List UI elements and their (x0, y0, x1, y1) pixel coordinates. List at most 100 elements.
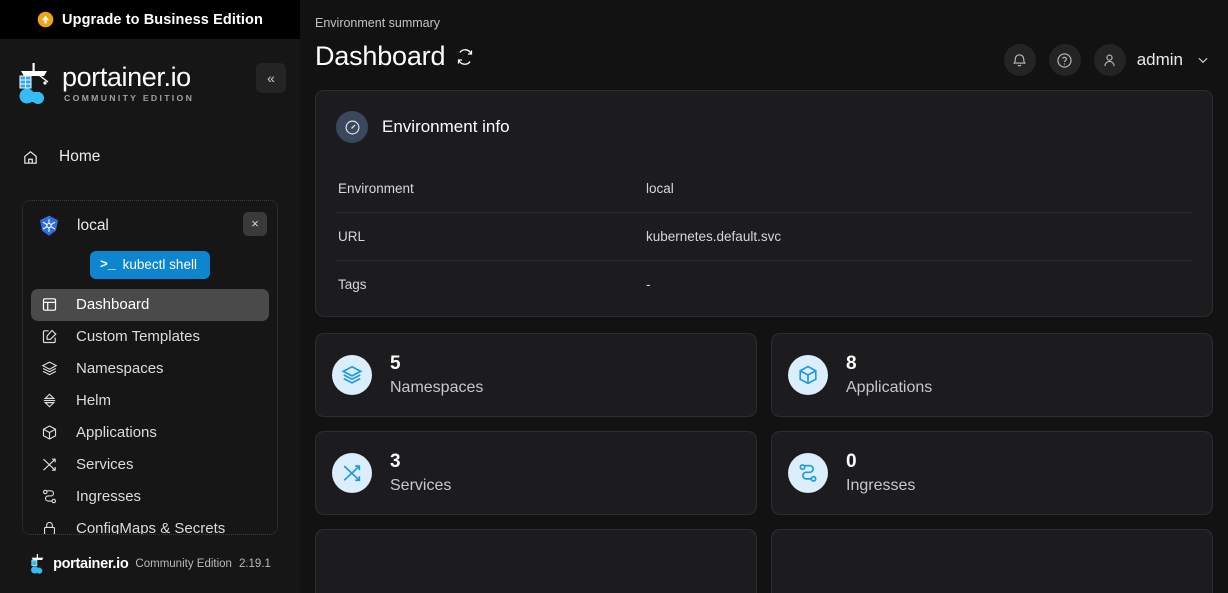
sidebar-footer: portainer.io Community Edition 2.19.1 (0, 535, 300, 593)
chevrons-left-icon: « (267, 70, 275, 86)
footer-brand-name: portainer.io (53, 556, 129, 572)
layers-icon (332, 355, 372, 395)
sidebar-item-services[interactable]: Services (31, 449, 269, 481)
portainer-logo-icon (31, 554, 44, 574)
stat-card-services[interactable]: 3 Services (315, 431, 757, 515)
route-icon (788, 453, 828, 493)
sidebar-item-namespaces[interactable]: Namespaces (31, 353, 269, 385)
refresh-icon[interactable] (456, 48, 474, 66)
table-row: Tags - (336, 261, 1192, 309)
info-value: local (646, 165, 1192, 213)
stat-value: 0 (846, 450, 857, 472)
sidebar: Upgrade to Business Edition portainer.io… (0, 0, 300, 593)
help-button[interactable] (1048, 44, 1081, 76)
stat-value: 5 (390, 352, 401, 374)
table-row: URL kubernetes.default.svc (336, 212, 1192, 261)
shuffle-icon (332, 453, 372, 493)
help-circle-icon (1057, 52, 1072, 68)
sidebar-item-ingresses-label: Ingresses (76, 488, 142, 506)
sidebar-item-ingresses[interactable]: Ingresses (31, 481, 269, 513)
sidebar-item-namespaces-label: Namespaces (76, 360, 164, 378)
info-key: Environment (336, 165, 646, 213)
sidebar-item-applications-label: Applications (76, 424, 157, 442)
kubectl-shell-button[interactable]: >_ kubectl shell (90, 250, 210, 279)
page-title: Dashboard (315, 41, 446, 71)
brand-header: portainer.io COMMUNITY EDITION « (0, 51, 300, 115)
sidebar-item-home[interactable]: Home (22, 141, 300, 174)
environment-info-table: Environment local URL kubernetes.default… (336, 165, 1192, 308)
brand-subtitle: COMMUNITY EDITION (64, 93, 195, 103)
sidebar-item-dashboard-label: Dashboard (76, 296, 150, 314)
brand-name: portainer.io (62, 62, 191, 92)
footer-edition: Community Edition (135, 558, 232, 570)
close-icon: × (251, 216, 259, 232)
helm-icon (43, 393, 56, 408)
environment-info-title: Environment info (382, 117, 510, 136)
stat-label: Ingresses (846, 476, 916, 494)
avatar[interactable] (1093, 44, 1126, 76)
edit-square-icon (42, 330, 57, 344)
gauge-icon (336, 111, 368, 143)
username-label: admin (1136, 50, 1183, 69)
sidebar-item-applications[interactable]: Applications (31, 417, 269, 449)
table-row: Environment local (336, 165, 1192, 213)
kubernetes-icon (40, 215, 58, 236)
environment-name: local (77, 216, 109, 234)
stat-card-ingresses[interactable]: 0 Ingresses (771, 431, 1213, 515)
shuffle-icon (43, 459, 56, 472)
upgrade-banner-label: Upgrade to Business Edition (62, 11, 263, 28)
dashboard-content: Environment info Environment local URL k… (300, 90, 1228, 593)
upgrade-banner[interactable]: Upgrade to Business Edition (0, 0, 300, 39)
lock-icon (43, 522, 56, 534)
environment-info-card: Environment info Environment local URL k… (315, 90, 1213, 317)
stats-grid: 5 Namespaces 8 Applications 3 Services 0… (315, 333, 1213, 593)
layers-icon (41, 361, 58, 376)
environment-panel: local × >_ kubectl shell Dashboard Custo… (22, 199, 278, 535)
box-3d-icon (788, 355, 828, 395)
sidebar-item-dashboard[interactable]: Dashboard (31, 288, 269, 321)
collapse-sidebar-button[interactable]: « (256, 63, 286, 93)
environment-info-header: Environment info (336, 111, 1192, 143)
route-icon (42, 490, 57, 504)
portainer-logo-icon (19, 63, 49, 104)
sidebar-item-custom-templates-label: Custom Templates (76, 328, 200, 346)
sidebar-item-custom-templates[interactable]: Custom Templates (31, 321, 269, 353)
layout-dashboard-icon (42, 298, 57, 312)
environment-header[interactable]: local × (31, 211, 269, 241)
sidebar-item-configmaps-secrets[interactable]: ConfigMaps & Secrets (31, 513, 269, 535)
portainer-dashboard: Upgrade to Business Edition portainer.io… (0, 0, 1228, 593)
sidebar-nav: Dashboard Custom Templates Namespaces He… (31, 288, 269, 535)
stat-label: Services (390, 476, 452, 494)
topbar: Environment summary Dashboard admin (300, 0, 1228, 90)
box-3d-icon (42, 425, 57, 441)
sidebar-item-services-label: Services (76, 456, 134, 474)
sidebar-item-configmaps-secrets-label: ConfigMaps & Secrets (76, 520, 226, 535)
sidebar-item-helm-label: Helm (76, 392, 112, 410)
chevron-down-icon[interactable] (1196, 53, 1210, 67)
sidebar-item-helm[interactable]: Helm (31, 385, 269, 417)
arrow-up-circle-icon (37, 11, 54, 28)
kubectl-shell-label: kubectl shell (122, 257, 197, 273)
info-value: - (646, 277, 651, 292)
stat-label: Applications (846, 378, 933, 396)
home-icon (24, 150, 37, 164)
close-environment-button[interactable]: × (243, 211, 267, 236)
info-key: URL (336, 212, 646, 261)
stat-card-partial-right[interactable] (771, 529, 1213, 593)
sidebar-item-home-label: Home (59, 148, 101, 166)
kubectl-shell-row: >_ kubectl shell (31, 250, 269, 279)
bell-icon (1013, 53, 1027, 66)
stat-card-applications[interactable]: 8 Applications (771, 333, 1213, 417)
main-content: Environment summary Dashboard admin Envi… (300, 0, 1228, 593)
stat-value: 3 (390, 450, 401, 472)
notifications-button[interactable] (1003, 44, 1036, 76)
info-value: kubernetes.default.svc (646, 212, 1192, 261)
footer-version: 2.19.1 (238, 558, 271, 570)
stat-card-namespaces[interactable]: 5 Namespaces (315, 333, 757, 417)
stat-card-partial-left[interactable] (315, 529, 757, 593)
user-icon (1104, 54, 1115, 66)
stat-value: 8 (846, 352, 857, 374)
user-controls: admin (1003, 44, 1210, 76)
terminal-icon: >_ (100, 257, 116, 273)
info-key: Tags (338, 277, 367, 292)
